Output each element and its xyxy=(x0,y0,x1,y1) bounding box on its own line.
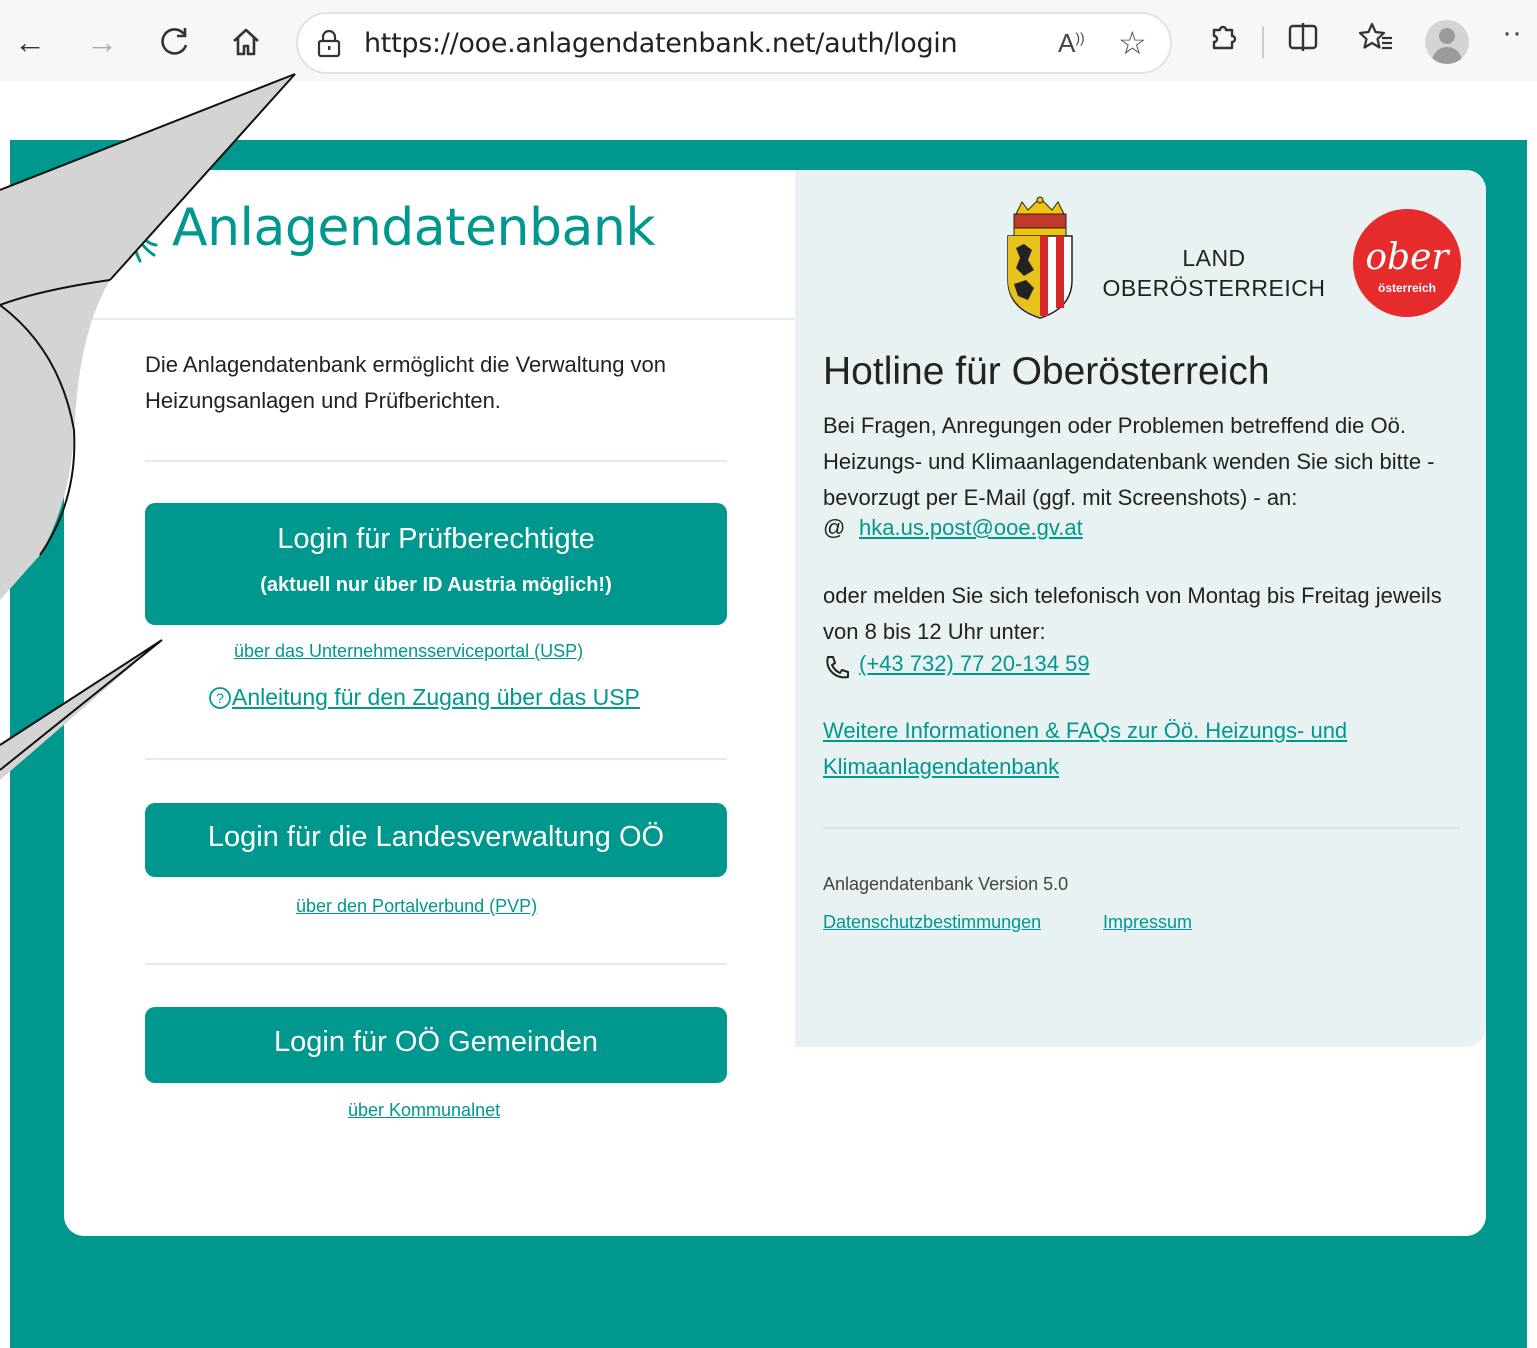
login-gemeinden-button[interactable]: Login für OÖ Gemeinden xyxy=(145,1007,727,1083)
more-menu-icon[interactable]: ·· xyxy=(1502,16,1522,50)
toolbar-separator xyxy=(1262,26,1264,58)
ober-logo-sub: österreich xyxy=(1377,281,1437,295)
login-landesverwaltung-button[interactable]: Login für die Landesverwaltung OÖ xyxy=(145,803,727,877)
pvp-link[interactable]: über den Portalverbund (PVP) xyxy=(296,896,537,917)
land-line2: OBERÖSTERREICH xyxy=(1102,275,1326,301)
phone-icon xyxy=(823,654,851,686)
profile-avatar[interactable] xyxy=(1425,20,1469,64)
land-line1: LAND xyxy=(1182,245,1246,271)
oberoesterreich-logo: ober österreich xyxy=(1353,209,1461,317)
read-aloud-icon[interactable]: A)) xyxy=(1058,28,1085,59)
hotline-text: Bei Fragen, Anregungen oder Problemen be… xyxy=(823,413,1435,510)
address-bar[interactable]: https://ooe.anlagendatenbank.net/auth/lo… xyxy=(296,12,1172,74)
phone-link[interactable]: (+43 732) 77 20-134 59 xyxy=(859,651,1090,677)
section-divider xyxy=(145,963,727,965)
ober-logo-word: ober xyxy=(1365,237,1449,278)
kommunalnet-link[interactable]: über Kommunalnet xyxy=(348,1100,500,1121)
privacy-link[interactable]: Datenschutzbestimmungen xyxy=(823,912,1041,933)
favorites-icon[interactable] xyxy=(1358,20,1394,62)
phone-text: oder melden Sie sich telefonisch von Mon… xyxy=(823,583,1442,644)
login-landesverwaltung-label: Login für die Landesverwaltung OÖ xyxy=(207,821,665,853)
login-gemeinden-label: Login für OÖ Gemeinden xyxy=(273,1026,598,1058)
callout-bubble xyxy=(0,73,296,780)
hotline-title: Hotline für Oberösterreich xyxy=(823,350,1270,393)
more-info-link[interactable]: Weitere Informationen & FAQs zur Öö. Hei… xyxy=(823,713,1423,785)
imprint-link[interactable]: Impressum xyxy=(1103,912,1192,933)
extensions-icon[interactable] xyxy=(1206,20,1240,62)
panel-divider xyxy=(823,827,1460,829)
favorite-star-icon[interactable]: ☆ xyxy=(1118,24,1147,62)
land-oberoesterreich-text: LAND OBERÖSTERREICH xyxy=(1100,243,1328,303)
at-icon: @ xyxy=(823,515,846,540)
email-link[interactable]: hka.us.post@ooe.gv.at xyxy=(859,515,1083,541)
coat-of-arms-icon xyxy=(1004,196,1076,325)
version-text: Anlagendatenbank Version 5.0 xyxy=(823,874,1069,894)
split-screen-icon[interactable] xyxy=(1286,20,1320,62)
url-text[interactable]: https://ooe.anlagendatenbank.net/auth/lo… xyxy=(364,28,958,59)
